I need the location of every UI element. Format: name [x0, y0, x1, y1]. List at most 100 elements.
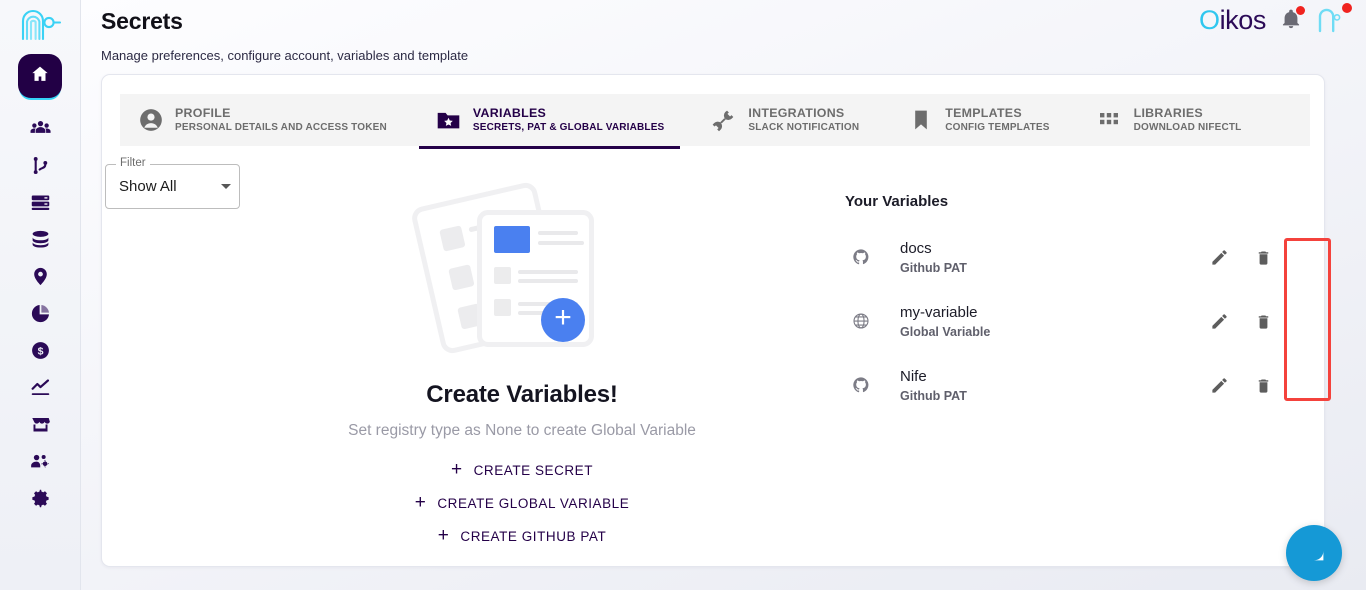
create-secret-button[interactable]: + CREATE SECRET [222, 462, 822, 479]
sidebar-item-servers[interactable] [20, 184, 60, 221]
main-content: Secrets Manage preferences, configure ac… [81, 0, 1366, 590]
variable-type: Github PAT [900, 261, 1208, 275]
placeholder-square [494, 267, 511, 284]
placeholder-square [494, 299, 511, 316]
create-global-variable-button[interactable]: + CREATE GLOBAL VARIABLE [222, 495, 822, 512]
variables-panel: Your Variables docs Github PAT [825, 193, 1295, 417]
delete-variable-button[interactable] [1252, 246, 1274, 268]
delete-variable-button[interactable] [1252, 374, 1274, 396]
sidebar-item-locations[interactable] [20, 258, 60, 295]
variable-name: docs [900, 240, 1208, 257]
brand-name-rest: ikos [1220, 5, 1266, 35]
settings-card: PROFILE PERSONAL DETAILS AND ACCESS TOKE… [101, 74, 1325, 567]
tab-variables[interactable]: VARIABLES SECRETS, PAT & GLOBAL VARIABLE… [419, 94, 681, 146]
sidebar-item-workflows[interactable] [20, 147, 60, 184]
header-actions: Oikos [1199, 0, 1348, 40]
tab-libraries[interactable]: LIBRARIES DOWNLOAD NIFECTL [1080, 94, 1258, 146]
tab-integrations-text: INTEGRATIONS SLACK NOTIFICATION [748, 106, 859, 134]
edit-variable-button[interactable] [1208, 310, 1230, 332]
variable-name: Nife [900, 368, 1208, 385]
empty-state-illustration: + [412, 185, 632, 365]
sidebar-item-home[interactable] [18, 54, 62, 98]
table-row[interactable]: Nife Github PAT [825, 353, 1295, 417]
filter-select-control[interactable]: Show All [105, 164, 240, 209]
account-logo-button[interactable] [1316, 5, 1348, 35]
users-gear-icon [30, 451, 51, 472]
tab-variables-title: VARIABLES [473, 106, 665, 121]
filter-label: Filter [116, 157, 150, 169]
brand-accent-letter: O [1199, 5, 1220, 35]
chat-widget-button[interactable] [1286, 525, 1342, 581]
variable-name: my-variable [900, 304, 1208, 321]
page-subtitle: Manage preferences, configure account, v… [101, 48, 1344, 63]
tab-libraries-subtitle: DOWNLOAD NIFECTL [1134, 122, 1242, 134]
settings-tabbar: PROFILE PERSONAL DETAILS AND ACCESS TOKE… [120, 94, 1310, 146]
variable-type: Github PAT [900, 389, 1208, 403]
illustration-accent-block [494, 226, 530, 253]
tab-profile-title: PROFILE [175, 106, 387, 121]
filter-select[interactable]: Show All Filter [105, 164, 240, 209]
row-actions [1208, 310, 1274, 332]
tab-templates-subtitle: CONFIG TEMPLATES [945, 122, 1049, 134]
github-icon [846, 248, 876, 266]
person-circle-icon [137, 107, 164, 134]
home-icon [30, 64, 50, 89]
sidebar-logo[interactable] [0, 2, 81, 46]
placeholder-square [439, 225, 465, 251]
storefront-icon [30, 414, 51, 435]
dollar-circle-icon: $ [30, 340, 51, 361]
variable-info: Nife Github PAT [900, 368, 1208, 403]
sidebar-item-databases[interactable] [20, 221, 60, 258]
app-root: $ [0, 0, 1366, 590]
sidebar-item-teams[interactable] [20, 110, 60, 147]
table-row[interactable]: docs Github PAT [825, 225, 1295, 289]
empty-state: + Create Variables! Set registry type as… [222, 185, 822, 545]
bell-icon [1280, 18, 1302, 35]
create-github-pat-button[interactable]: + CREATE GITHUB PAT [222, 528, 822, 545]
tab-integrations-subtitle: SLACK NOTIFICATION [748, 122, 859, 134]
folder-star-icon [435, 107, 462, 134]
edit-variable-button[interactable] [1208, 246, 1230, 268]
plug-icon [710, 107, 737, 134]
table-row[interactable]: my-variable Global Variable [825, 289, 1295, 353]
trending-up-icon [30, 377, 51, 398]
sidebar: $ [0, 0, 81, 590]
tab-profile[interactable]: PROFILE PERSONAL DETAILS AND ACCESS TOKE… [120, 94, 403, 146]
plus-icon: + [451, 460, 463, 479]
empty-state-title: Create Variables! [222, 381, 822, 409]
variable-info: my-variable Global Variable [900, 304, 1208, 339]
account-badge-dot [1342, 3, 1352, 13]
plus-icon: + [438, 526, 450, 545]
placeholder-line [538, 241, 584, 245]
notifications-button[interactable] [1280, 7, 1302, 33]
tab-templates-title: TEMPLATES [945, 106, 1049, 121]
placeholder-line [518, 279, 578, 283]
sidebar-item-billing[interactable]: $ [20, 332, 60, 369]
tab-libraries-text: LIBRARIES DOWNLOAD NIFECTL [1134, 106, 1242, 134]
sidebar-item-metrics[interactable] [20, 369, 60, 406]
tab-templates[interactable]: TEMPLATES CONFIG TEMPLATES [891, 94, 1065, 146]
sidebar-item-marketplace[interactable] [20, 406, 60, 443]
delete-variable-button[interactable] [1252, 310, 1274, 332]
variable-info: docs Github PAT [900, 240, 1208, 275]
variables-panel-title: Your Variables [845, 193, 1295, 210]
git-branch-icon [30, 155, 51, 176]
pie-chart-icon [30, 303, 51, 324]
chat-bubble-icon [1302, 539, 1326, 568]
add-variable-badge[interactable]: + [541, 298, 585, 342]
edit-variable-button[interactable] [1208, 374, 1230, 396]
sidebar-item-user-management[interactable] [20, 443, 60, 480]
row-actions [1208, 246, 1274, 268]
tab-integrations-title: INTEGRATIONS [748, 106, 859, 121]
tab-integrations[interactable]: INTEGRATIONS SLACK NOTIFICATION [694, 94, 875, 146]
sidebar-item-analytics[interactable] [20, 295, 60, 332]
plus-icon: + [554, 303, 572, 333]
plus-icon: + [415, 493, 427, 512]
svg-text:$: $ [37, 346, 43, 358]
tab-variables-text: VARIABLES SECRETS, PAT & GLOBAL VARIABLE… [473, 106, 665, 134]
tab-profile-text: PROFILE PERSONAL DETAILS AND ACCESS TOKE… [175, 106, 387, 134]
sidebar-item-settings[interactable] [20, 480, 60, 517]
create-global-variable-label: CREATE GLOBAL VARIABLE [437, 496, 629, 511]
tab-profile-subtitle: PERSONAL DETAILS AND ACCESS TOKEN [175, 122, 387, 134]
tab-variables-subtitle: SECRETS, PAT & GLOBAL VARIABLES [473, 122, 665, 134]
